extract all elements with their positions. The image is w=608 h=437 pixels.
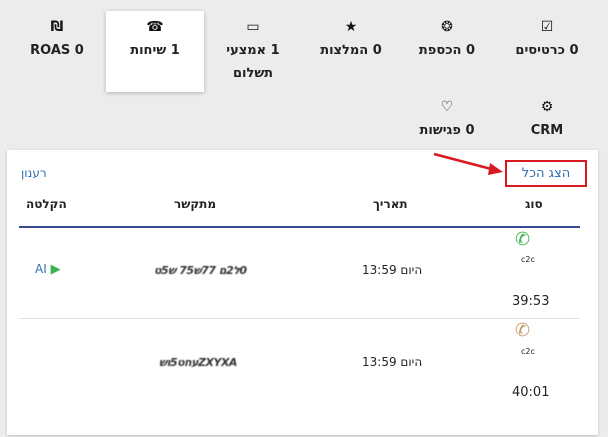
call-duration: 40:01 (512, 385, 550, 400)
credit-card-icon: ▭ (246, 19, 260, 35)
coins-icon: ❂ (441, 19, 453, 35)
caller-number: 0ל2ם 77ש75 ש5ט (154, 264, 247, 277)
caller-number: ZXYXAעחט5וש (159, 356, 237, 369)
tab-cards[interactable]: ☑ 0 כרטיסים (498, 0, 596, 62)
tab-meetings[interactable]: ♡ 0 פגישות (398, 80, 496, 142)
handshake-icon: ♡ (440, 99, 454, 115)
play-icon: ▶ (50, 262, 61, 277)
call-type: c2c (521, 255, 535, 264)
tab-crm[interactable]: ⚙ CRM (498, 80, 596, 142)
call-date: היום 13:59 (362, 263, 423, 277)
show-all-link[interactable]: הצג הכל (505, 160, 587, 187)
tab-label: 0 פגישות (419, 123, 475, 138)
tab-label: 0 הכספת (418, 43, 476, 58)
tab-label: 0 המלצות (320, 43, 382, 58)
gear-icon: ⚙ (540, 99, 554, 115)
call-date: היום 13:59 (362, 355, 423, 369)
tab-recommendations[interactable]: ★ 0 המלצות (302, 0, 400, 62)
tab-vault[interactable]: ❂ 0 הכספת (398, 0, 496, 62)
tab-label: 1 שיחות (130, 43, 180, 58)
header-divider (19, 226, 580, 228)
calls-panel: הצג הכל רענון סוג תאריך מתקשר הקלטה ✆ c2… (7, 150, 598, 435)
tab-label: CRM (530, 123, 564, 138)
column-header-type: סוג (525, 197, 543, 211)
shekel-icon: ₪ (50, 19, 64, 35)
tab-bar: ☑ 0 כרטיסים ❂ 0 הכספת ★ 0 המלצות ▭ 1 אמצ… (0, 0, 608, 150)
tab-label: 1 אמצעי תשלום (226, 43, 280, 81)
column-header-date: תאריך (373, 197, 408, 211)
call-type: c2c (521, 347, 535, 356)
play-recording-button[interactable]: ▶ AI (35, 262, 61, 277)
tab-label: ROAS 0 (30, 43, 84, 58)
phone-icon: ☎ (146, 19, 164, 35)
calendar-check-icon: ☑ (540, 19, 554, 35)
column-header-caller: מתקשר (174, 197, 217, 211)
phone-outgoing-icon: ✆ (515, 320, 531, 341)
tab-calls[interactable]: ☎ 1 שיחות (106, 11, 204, 92)
phone-incoming-icon: ✆ (515, 229, 531, 250)
call-duration: 39:53 (512, 294, 550, 309)
star-icon: ★ (344, 19, 358, 35)
column-header-recording: הקלטה (26, 197, 67, 211)
row-divider (19, 318, 580, 319)
ai-label: AI (35, 262, 47, 276)
tab-roas[interactable]: ₪ ROAS 0 (8, 0, 106, 62)
refresh-link[interactable]: רענון (21, 166, 47, 180)
tab-payment-methods[interactable]: ▭ 1 אמצעי תשלום (204, 0, 302, 85)
tab-label: 0 כרטיסים (515, 43, 579, 58)
